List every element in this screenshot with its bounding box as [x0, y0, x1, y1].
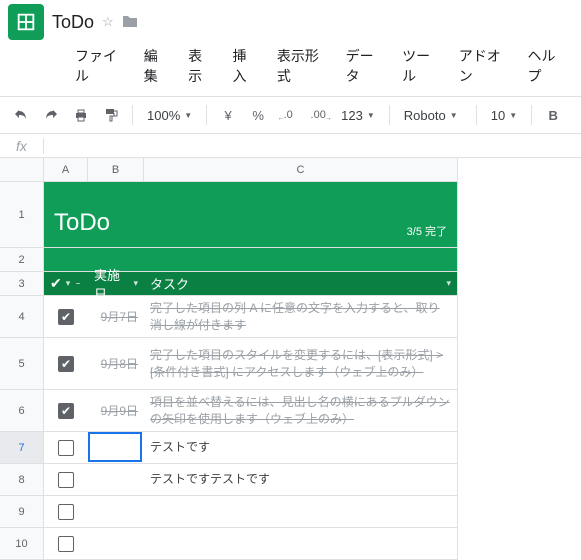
date-cell[interactable]	[88, 464, 144, 495]
menu-item[interactable]: 表示形式	[268, 42, 335, 90]
check-cell	[44, 464, 88, 495]
table-row: テストですテストです	[44, 464, 457, 495]
row-header[interactable]: 6	[0, 390, 44, 432]
table-row: ✔ 9月9日 項目を並べ替えるには、見出し名の横にあるプルダウンの矢印を使用しま…	[44, 390, 457, 431]
increase-decimal-button[interactable]: .00→	[305, 102, 331, 128]
date-cell[interactable]: 9月7日	[88, 296, 144, 337]
check-cell	[44, 496, 88, 527]
menu-bar: ファイル編集表示挿入表示形式データツールアドオンヘルプ	[8, 38, 573, 96]
table-row: ✔ 9月8日 完了した項目のスタイルを変更するには、[表示形式] > [条件付き…	[44, 338, 457, 389]
folder-icon[interactable]	[122, 14, 138, 31]
menu-item[interactable]: 表示	[179, 42, 221, 90]
row-header[interactable]: 2	[0, 248, 44, 272]
menu-item[interactable]: ヘルプ	[518, 42, 573, 90]
check-cell: ✔	[44, 296, 88, 337]
checkbox[interactable]	[58, 440, 74, 456]
bold-button[interactable]: B	[540, 102, 566, 128]
fx-icon: fx	[0, 138, 44, 154]
font-size-select[interactable]: 10▼	[485, 102, 523, 128]
menu-item[interactable]: アドオン	[450, 42, 517, 90]
task-cell[interactable]: テストです	[144, 432, 457, 463]
row-header[interactable]: 4	[0, 296, 44, 338]
filter-icon[interactable]: ▾	[446, 278, 451, 289]
filter-icon[interactable]: ▾	[133, 278, 138, 289]
sheet-title: ToDo	[54, 209, 110, 247]
doc-title[interactable]: ToDo	[52, 12, 94, 33]
redo-button[interactable]	[38, 102, 64, 128]
row-header[interactable]: 8	[0, 464, 44, 496]
table-row	[44, 528, 457, 559]
task-cell[interactable]	[144, 528, 457, 559]
filter-icon[interactable]: ▾	[66, 278, 71, 289]
zoom-select[interactable]: 100%▼	[141, 102, 198, 128]
sheets-logo[interactable]	[8, 4, 44, 40]
sheet-title-row: ToDo 3/5 完了	[44, 182, 457, 247]
table-row: テストです	[44, 432, 457, 463]
row-header[interactable]: 10	[0, 528, 44, 560]
task-cell[interactable]: 完了した項目の列 A に任意の文字を入力すると、取り消し線が付きます	[144, 296, 457, 337]
task-cell[interactable]: 完了した項目のスタイルを変更するには、[表示形式] > [条件付き書式] にアク…	[144, 338, 457, 389]
table-row	[44, 496, 457, 527]
checkbox[interactable]: ✔	[58, 309, 74, 325]
date-cell[interactable]	[88, 528, 144, 559]
column-header[interactable]: C	[144, 158, 458, 182]
print-button[interactable]	[68, 102, 94, 128]
row-header[interactable]: 9	[0, 496, 44, 528]
header-check[interactable]: ✔▾	[44, 275, 88, 292]
checkbox[interactable]	[58, 504, 74, 520]
select-all-corner[interactable]	[0, 158, 44, 182]
check-cell	[44, 432, 88, 463]
star-icon[interactable]: ☆	[102, 14, 114, 30]
task-cell[interactable]: 項目を並べ替えるには、見出し名の横にあるプルダウンの矢印を使用します（ウェブ上の…	[144, 390, 457, 431]
check-cell: ✔	[44, 338, 88, 389]
date-cell[interactable]	[88, 432, 144, 463]
row-header[interactable]: 1	[0, 182, 44, 248]
checkbox[interactable]: ✔	[58, 356, 74, 372]
date-cell[interactable]: 9月8日	[88, 338, 144, 389]
undo-button[interactable]	[8, 102, 34, 128]
percent-button[interactable]: %	[245, 102, 271, 128]
currency-button[interactable]: ¥	[215, 102, 241, 128]
check-cell: ✔	[44, 390, 88, 431]
checkbox[interactable]	[58, 472, 74, 488]
number-format-select[interactable]: 123▼	[335, 102, 381, 128]
column-header[interactable]: A	[44, 158, 88, 182]
check-cell	[44, 528, 88, 559]
menu-item[interactable]: ツール	[393, 42, 448, 90]
menu-item[interactable]: ファイル	[66, 42, 133, 90]
task-cell[interactable]	[144, 496, 457, 527]
header-task[interactable]: タスク▾	[144, 274, 457, 293]
font-select[interactable]: Roboto▼	[398, 102, 468, 128]
column-header[interactable]: B	[88, 158, 144, 182]
menu-item[interactable]: 編集	[135, 42, 177, 90]
date-cell[interactable]	[88, 496, 144, 527]
status-text: 3/5 完了	[407, 223, 447, 247]
row-header[interactable]: 7	[0, 432, 44, 464]
row-header[interactable]: 3	[0, 272, 44, 296]
formula-bar[interactable]: fx	[0, 134, 581, 158]
checkbox[interactable]	[58, 536, 74, 552]
menu-item[interactable]: 挿入	[223, 42, 265, 90]
menu-item[interactable]: データ	[337, 42, 392, 90]
header-row: ✔▾ 実施日▾ タスク▾	[44, 272, 457, 295]
checkbox[interactable]: ✔	[58, 403, 74, 419]
paint-format-button[interactable]	[98, 102, 124, 128]
task-cell[interactable]: テストですテストです	[144, 464, 457, 495]
row-header[interactable]: 5	[0, 338, 44, 390]
date-cell[interactable]: 9月9日	[88, 390, 144, 431]
decrease-decimal-button[interactable]: .0←	[275, 102, 301, 128]
table-row: ✔ 9月7日 完了した項目の列 A に任意の文字を入力すると、取り消し線が付きま…	[44, 296, 457, 337]
toolbar: 100%▼ ¥ % .0← .00→ 123▼ Roboto▼ 10▼ B	[0, 96, 581, 134]
